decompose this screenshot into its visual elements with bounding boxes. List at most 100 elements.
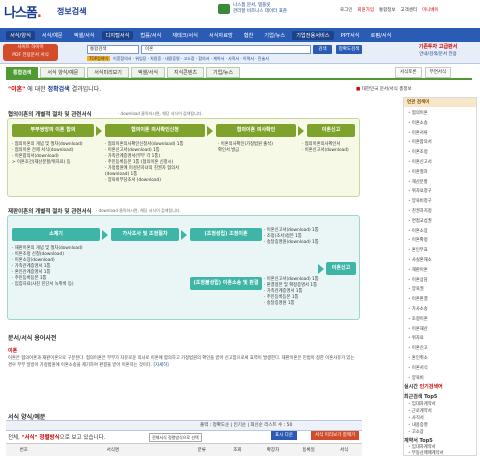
related-item[interactable]: 이혼소장 [408,228,428,234]
extra-button[interactable]: 부연서식 [424,67,452,78]
col-agreement[interactable]: · 협의이혼의 개념 및 절차(download) · 협의이혼 전제 서식(do… [12,142,104,166]
step-lawsuit: (조정불성립) 이혼소송 및 판결 [190,277,262,290]
related-item[interactable]: 이혼소송 [408,120,428,126]
nav-item[interactable]: 법률/서식 [136,32,165,39]
related-item[interactable]: 재산분할 [408,179,428,185]
col-request[interactable]: · 협의이혼의사확인신청서(download) 1통 · 이혼신고서(downlo… [105,142,217,184]
nav-item[interactable]: 재테크/서식 [168,32,202,39]
col-mediation[interactable]: · 이혼신고서(download) 1통 · 조정(조서)정본 1통 · 송달증명원… [264,228,324,246]
col-header: 확장자 [266,448,280,453]
promo-icon [218,4,230,14]
related-item[interactable]: 면접교섭권 [408,218,432,224]
related-item[interactable]: 위자료 [408,335,424,341]
tab-excel[interactable]: 엑셀/서식 [130,67,165,78]
tab-underline [6,78,472,80]
related-item[interactable]: 이혼신고 [408,345,428,351]
nav-item[interactable]: 서식자료방 [205,32,237,39]
section-title: 재판이혼의 개별적 절차 및 관련서식 [8,209,92,215]
popular-header: 실시간 인기검색어 [404,384,443,390]
related-item[interactable]: 협의이혼 [408,110,428,116]
precise-search-button[interactable]: 정확도검색 [336,45,362,54]
related-item[interactable]: 이혼재산 [408,326,428,332]
right-buttons: 서식토론 부연서식 [395,67,452,78]
forum-button[interactable]: 서식토론 [395,67,422,78]
related-item[interactable]: 재판이혼 [408,267,428,273]
related-item[interactable]: 위자료청구 [408,188,432,194]
col-header: 서식 [340,448,349,453]
related-item[interactable]: 친권자지정 [408,208,432,214]
nav-item[interactable]: PPT서식 [337,32,364,39]
nav-item[interactable]: 기업전용서비스 [292,30,334,40]
search-input[interactable]: 이혼 [141,45,311,54]
site-logo[interactable]: 나스폼. [4,2,42,21]
top5-item[interactable]: 근로계약서 [408,408,432,414]
top5-item[interactable]: 고소장 [408,429,424,435]
nav-item[interactable]: 디지털서식 [101,30,134,40]
top-keywords[interactable]: TOP검색어 이혼합의서 · 위임장 · 차용증 · 내용증명 · 고소장 · 합… [87,56,387,62]
preview-button[interactable]: 서식 미리보기 함께기 [311,431,360,440]
tab-news[interactable]: 기업/뉴스 [206,67,241,78]
main-nav: 서식/양식 서식/예문 엑셀/서식 디지털서식 법률/서식 재테크/서식 서식자… [0,28,480,42]
top5b-item[interactable]: 부동산매매계약서 [408,450,444,456]
col-confirm[interactable]: · 이혼의사확인(가정법원 출석) 확인서 발급 [218,142,300,154]
related-item[interactable]: 이혼서식 [408,365,428,371]
related-item[interactable]: 조정이혼 [408,316,428,322]
related-item[interactable]: 혼인무효 [408,247,428,253]
top5-item[interactable]: 사직서 [408,415,424,421]
promo-banner[interactable]: 나스폼 문서, 템플릿 관리할 비즈니스 데이터 표준 [233,3,333,15]
nav-item[interactable]: 협찬 [240,32,258,39]
tab-all[interactable]: 통합검색 [6,67,39,78]
related-item[interactable]: 사실혼해소 [408,257,432,263]
nav-item[interactable]: 로펌/서식 [367,32,396,39]
contract-top5-header: 계약서 Top5 [404,438,433,444]
more-link[interactable]: [자세히] [153,363,168,368]
login-link[interactable]: 로그인 [340,7,352,13]
related-item[interactable]: 이혼판결 [408,296,428,302]
signup-link[interactable]: 회원가입 [357,7,374,13]
col-filing[interactable]: · 재판이혼의 개념 및 절차(download) · 이혼조정 신청(downl… [12,246,108,288]
step-mediation: 가사조사 및 조정절차 [111,228,179,241]
tab-preview[interactable]: 서식미리보기 [87,67,129,78]
related-item[interactable]: 양육비청구 [408,198,432,204]
download-button[interactable]: 표시 다운 [271,431,297,440]
col-report[interactable]: · 협의이혼의사확인서 · 이혼신고서(download) [302,142,358,154]
related-item[interactable]: 이혼상담 [408,277,428,283]
top5-item[interactable]: 내용증명 [408,422,428,428]
select-all-checkbox[interactable]: 전체서식 정렬방식으로 선택 [149,433,202,442]
sort-controls[interactable]: 출력 : 정확도순 | 인기순 | 최신순 리스트 수 : 50 [200,422,292,428]
nav-item[interactable]: 기업/뉴스 [260,32,289,39]
search-scope-select[interactable]: 통합검색 [87,45,139,54]
related-item[interactable]: 이혼확정 [408,237,428,243]
related-item[interactable]: 양육권 [408,286,424,292]
pdf-banner[interactable]: 사이트 하이어 PDF 전용문서 서식 [3,44,58,61]
step-confirm: 협의이혼 의사확인 [216,124,296,137]
glossary-term[interactable]: 이혼 [8,347,17,354]
col-header: 서식명 [106,448,119,453]
related-item[interactable]: 가사소송 [408,306,428,312]
mini-link[interactable]: 미니베이 [422,7,439,13]
related-item[interactable]: 이혼신고서 [408,159,432,165]
support-link[interactable]: 고객센터 [401,7,418,13]
related-item[interactable]: 이혼합의서 [408,139,432,145]
arrow-icon [96,126,102,136]
related-item[interactable]: 이혼조정 [408,149,428,155]
tab-forms[interactable]: 서식 양식/예문 [40,67,86,78]
related-item[interactable]: 이혼절차 [408,169,428,175]
nav-item[interactable]: 엑셀/서식 [70,32,99,39]
related-item[interactable]: 이혼서류 [408,130,428,136]
top5-item[interactable]: 임대차계약서 [408,401,436,407]
arrow-icon [298,126,304,136]
nav-item[interactable]: 서식/예문 [38,32,67,39]
related-item[interactable]: 혼인취소 [408,355,428,361]
info-link[interactable]: 통합정보 [379,7,396,13]
col-header: 번호 [19,448,28,453]
search-button[interactable]: 검색 [313,45,332,54]
col-judgment[interactable]: · 이혼신고서(download) 1통 · 판결정본 및 확정증명서 1통 · 가… [264,277,326,307]
tab-knowledge[interactable]: 지식콘텐츠 [166,67,204,78]
premium-banner[interactable]: 기존투자 고급판서 안내/검색/문서 전용 [398,43,478,61]
related-header: 연관 검색어 [404,98,476,107]
step-confirm-request: 협의이혼 의사확인신청 [105,124,205,137]
result-summary: "이혼" 에 대한 정확검색 결과입니다. [8,86,102,93]
related-item[interactable]: 양육비 [408,375,424,381]
nav-item[interactable]: 서식/양식 [6,30,35,40]
